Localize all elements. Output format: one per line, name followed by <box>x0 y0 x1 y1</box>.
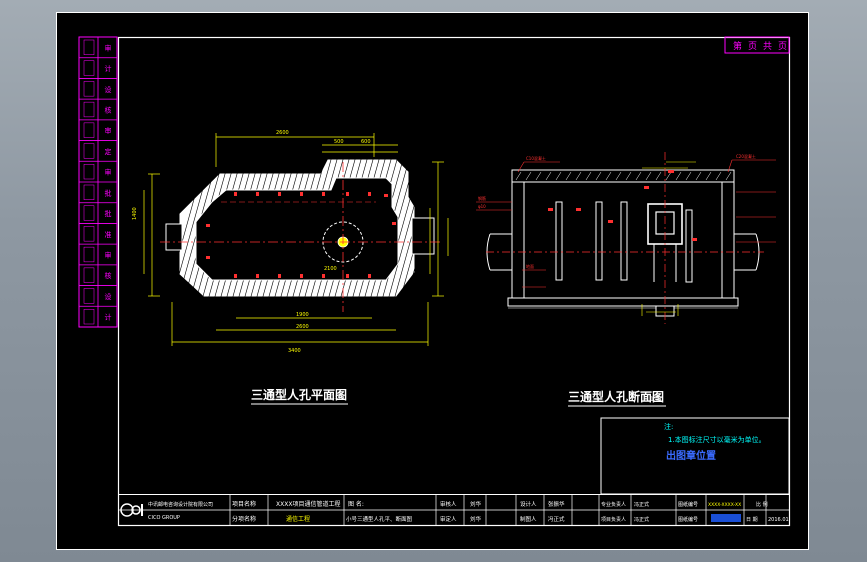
pro-lead-name: 冯正式 <box>634 501 649 508</box>
drawing-canvas[interactable]: 审计设核审定审批批准审核设计 第 页 共 页 2600 500 600 1900… <box>56 12 809 550</box>
section-base-slab <box>507 297 739 307</box>
sheet-label-4: 页 <box>778 41 787 52</box>
sheet-label-2: 页 <box>748 41 757 52</box>
stamp-slot <box>83 267 95 283</box>
section-top-slab <box>511 169 735 183</box>
reviewer-label: 审核人 <box>440 500 457 508</box>
section-right-wall <box>721 181 735 301</box>
sheet-no-label: 图纸编号 <box>678 516 698 523</box>
plan-dim-overall: 3400 <box>288 348 301 354</box>
stamp-slot <box>83 122 95 138</box>
section-callout-2: 钢筋 <box>478 195 486 201</box>
stamp-slot <box>83 81 95 97</box>
stamp-cell: 准 <box>105 230 112 239</box>
notes-heading: 注: <box>664 422 673 431</box>
plan-dim-bottom-inner: 2600 <box>296 324 309 330</box>
stamp-slot <box>83 205 95 221</box>
drawing-label: 图 名: <box>348 500 364 508</box>
date-label: 日 期 <box>746 517 758 523</box>
stamp-slot <box>83 226 95 242</box>
plan-dim-small-b: 600 <box>361 139 371 145</box>
plan-dim-top: 2600 <box>276 130 289 136</box>
stamp-slot <box>83 60 95 76</box>
subitem-value: 通信工程 <box>286 515 310 523</box>
notes-line-2: 出图章位置 <box>666 449 716 462</box>
plan-dim-inner: 2100 <box>324 266 337 272</box>
section-callout-4: C20混凝土 <box>736 153 756 159</box>
drawing-sheet: 审计设核审定审批批准审核设计 第 页 共 页 2600 500 600 1900… <box>56 12 809 550</box>
sheet-no-box <box>711 514 741 522</box>
stamp-slot <box>83 184 95 200</box>
project-value: XXXX项目通信管道工程 <box>276 500 340 508</box>
sheet-label-3: 共 <box>763 41 772 52</box>
stamp-cell: 核 <box>105 271 112 280</box>
company-name-en: CICO GROUP <box>148 515 180 521</box>
stamp-cell: 审 <box>105 126 112 135</box>
plan-dim-left-height: 1400 <box>132 207 138 220</box>
proj-lead-label: 项目负责人 <box>601 516 626 523</box>
reviewer-name: 刘华 <box>470 500 482 508</box>
stamp-slot <box>83 39 95 55</box>
date-value: 2016.01 <box>768 517 789 523</box>
plan-view[interactable]: 2600 500 600 1900 2600 3400 2100 1400 三通… <box>132 130 471 405</box>
notes-line-1: 1.本图标注尺寸以毫米为单位。 <box>668 435 766 444</box>
stamp-cell: 批 <box>105 188 112 197</box>
plan-dim-bottom-mid: 1900 <box>296 312 309 318</box>
stamp-slot <box>83 101 95 118</box>
sheet-label-1: 第 <box>733 40 742 52</box>
notes-box: 注: 1.本图标注尺寸以毫米为单位。 出图章位置 <box>600 417 790 495</box>
proj-lead-name: 冯正式 <box>634 516 649 523</box>
designer-label: 设计人 <box>520 500 537 508</box>
section-view[interactable]: C10混凝土 钢筋 φ10 C20混凝土 地面 三通型人孔断面图 1:30 <box>476 152 776 407</box>
scale-label: 比 例 <box>756 501 768 508</box>
section-scale: 1:30 <box>650 396 664 403</box>
stamp-cell: 设 <box>105 85 112 94</box>
stamp-slot <box>83 309 95 325</box>
plan-scale: 1:30 <box>331 394 345 401</box>
stamp-column: 审计设核审定审批批准审核设计 <box>78 36 118 328</box>
section-callout-3: φ10 <box>478 204 486 209</box>
drafter-name: 冯正式 <box>548 515 565 523</box>
stamp-cell: 定 <box>105 147 112 156</box>
stamp-cell: 批 <box>105 209 112 218</box>
code-label: 图纸编号 <box>678 501 698 508</box>
company-name-cn: 中讯邮电咨询设计院有限公司 <box>148 501 213 508</box>
checker-label: 审定人 <box>440 515 457 523</box>
stamp-slot <box>83 164 95 180</box>
stamp-cell: 审 <box>105 168 112 177</box>
stamp-cell: 核 <box>105 106 112 115</box>
stamp-cell: 审 <box>105 251 112 260</box>
sheet-number-box: 第 页 共 页 <box>724 36 790 54</box>
sheet-outer-frame <box>56 12 809 550</box>
stamp-cell: 计 <box>105 313 112 322</box>
pro-lead-label: 专业负责人 <box>601 501 626 508</box>
section-left-wall <box>511 181 525 301</box>
title-block: 中讯邮电咨询设计院有限公司 CICO GROUP 项目名称 XXXX项目通信管道… <box>118 494 790 526</box>
plan-dim-small-a: 500 <box>334 139 344 145</box>
section-callout-5: 地面 <box>526 263 534 269</box>
stamp-slot <box>83 143 95 159</box>
stamp-cell: 审 <box>105 43 112 52</box>
stamp-cell: 计 <box>105 64 112 73</box>
plan-pipe-right <box>411 217 435 255</box>
drawing-value: 小号三通型人孔平、断面图 <box>346 515 413 523</box>
section-callout-1: C10混凝土 <box>526 155 546 161</box>
project-label: 项目名称 <box>232 500 256 508</box>
designer-name: 张振华 <box>548 500 565 508</box>
subitem-label: 分项名称 <box>232 515 256 523</box>
checker-name: 刘华 <box>470 515 482 523</box>
cad-viewport[interactable]: 审计设核审定审批批准审核设计 第 页 共 页 2600 500 600 1900… <box>0 0 867 562</box>
stamp-slot <box>83 246 95 263</box>
drafter-label: 制图人 <box>520 515 537 523</box>
code-value: XXXX-XXXX-XX <box>708 502 741 508</box>
stamp-cell: 设 <box>105 292 112 301</box>
stamp-slot <box>83 288 95 304</box>
plan-pipe-left <box>165 223 183 251</box>
